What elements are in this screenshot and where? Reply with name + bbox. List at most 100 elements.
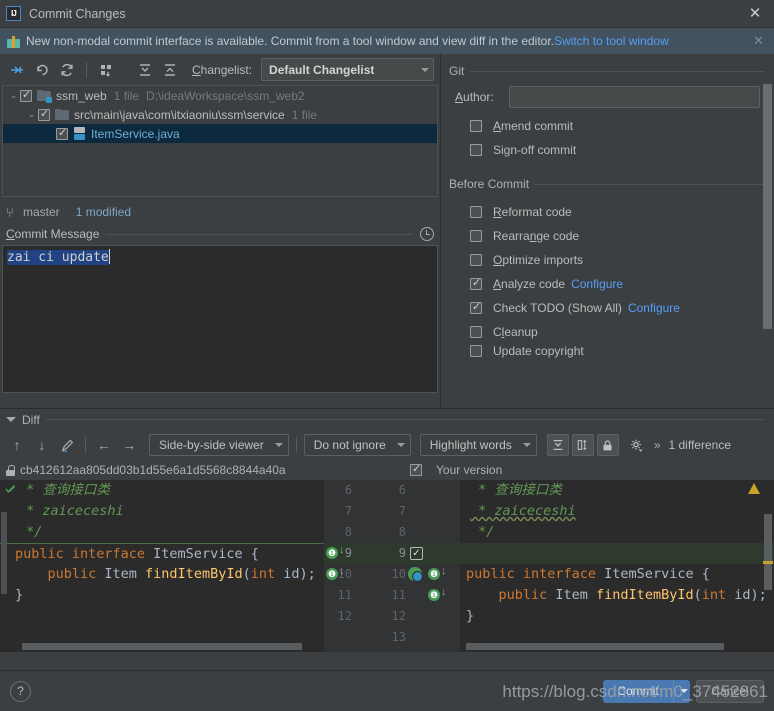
right-line-number: 9 [398,546,406,560]
accept-change-icon[interactable]: ❶ [326,547,338,559]
rearrange-code-checkbox[interactable] [470,230,482,242]
chevron-double-right-icon[interactable]: » [651,438,664,452]
reformat-code-row[interactable]: Reformat code [441,200,774,224]
right-vertical-scrollbar[interactable] [764,514,772,590]
check-todo-checkbox[interactable] [470,300,482,314]
right-horizontal-scrollbar[interactable] [466,643,724,650]
arrow-down-icon[interactable]: ↓ [441,586,447,598]
rollback-icon[interactable] [31,59,53,81]
expand-twisty-icon[interactable]: ⌄ [7,90,20,101]
globe-change-icon[interactable] [408,567,423,582]
amend-commit-row[interactable]: Amend commit [441,114,774,138]
analyze-code-checkbox[interactable] [470,276,482,290]
two-column-icon[interactable] [571,434,594,456]
diff-right-pane[interactable]: * 查询接口类 * zaiceceshi */ public interface… [460,480,774,652]
gear-icon[interactable] [626,434,648,456]
collapse-unchanged-icon[interactable] [546,434,569,456]
table-row[interactable]: ⌄ src\main\java\com\itxiaoniu\ssm\servic… [3,105,437,124]
cleanup-row[interactable]: Cleanup [441,320,774,344]
code-line: * 查询接口类 [18,482,110,498]
accept-change-icon[interactable]: ❶ [326,568,338,580]
divider [106,233,413,235]
file-checkbox[interactable] [56,126,68,140]
java-file-icon [73,127,86,140]
code-line: * 查询接口类 [470,482,562,498]
amend-commit-label: Amend commit [493,119,574,133]
arrow-left-icon[interactable]: ← [93,434,115,456]
show-diff-icon[interactable] [6,59,28,81]
arrow-down-icon[interactable]: ↓ [339,565,345,577]
update-copyright-checkbox[interactable] [470,345,482,357]
arrow-up-icon[interactable]: ↑ [6,434,28,456]
options-scrollbar[interactable] [763,84,772,366]
file-checkbox[interactable] [38,107,50,121]
analyze-code-row[interactable]: Analyze code Configure [441,272,774,296]
signoff-commit-checkbox[interactable] [470,144,482,156]
switch-to-tool-window-link[interactable]: Switch to tool window [554,34,669,48]
optimize-imports-row[interactable]: Optimize imports [441,248,774,272]
pencil-icon[interactable] [56,434,78,456]
left-horizontal-scrollbar[interactable] [22,643,302,650]
optimize-imports-checkbox[interactable] [470,254,482,266]
arrow-down-icon[interactable]: ↓ [31,434,53,456]
warning-triangle-icon[interactable] [748,483,760,494]
help-button[interactable]: ? [10,680,31,702]
collapse-all-icon[interactable] [159,59,181,81]
left-line-number: 11 [337,588,352,602]
check-todo-row[interactable]: Check TODO (Show All) Configure [441,296,774,320]
author-field[interactable] [509,86,760,108]
amend-commit-checkbox[interactable] [470,120,482,132]
commit-message-input[interactable]: zai ci update [2,245,438,393]
scrollbar-thumb[interactable] [763,84,772,329]
left-revision-header: cb412612aa805dd03b1d55e6a1d5568c8844a40a [0,463,410,477]
viewer-mode-combo[interactable]: Side-by-side viewer [149,434,289,456]
arrow-right-icon[interactable]: → [118,434,140,456]
reformat-code-checkbox[interactable] [470,206,482,218]
your-version-checkbox[interactable] [410,462,422,476]
optimize-imports-label: Optimize imports [493,253,584,267]
analyze-code-configure-link[interactable]: Configure [571,277,623,291]
ignore-mode-combo[interactable]: Do not ignore [303,434,411,456]
expand-all-icon[interactable] [134,59,156,81]
accept-change-icon[interactable]: ❶ [428,568,440,580]
chevron-down-icon [522,443,531,447]
expand-twisty-icon[interactable]: ⌄ [25,109,38,120]
group-by-icon[interactable] [95,59,117,81]
modified-count: 1 modified [75,205,132,219]
signoff-commit-row[interactable]: Sign-off commit [441,138,774,162]
apply-change-checkbox[interactable]: ✓ [410,547,423,560]
update-copyright-row[interactable]: Update copyright [441,344,774,358]
notification-close-button[interactable]: ✕ [749,33,768,49]
changelist-combo[interactable]: Default Changelist [261,58,434,81]
table-row[interactable]: ⌄ ssm_web 1 file D:\ideaWorkspace\ssm_we… [3,86,437,105]
commit-button[interactable]: Commit [603,679,673,703]
module-folder-icon [37,89,52,103]
lock-icon[interactable] [596,434,619,456]
accepted-check-icon [4,482,18,496]
right-line-number: 13 [391,630,406,644]
diff-left-pane[interactable]: * 查询接口类 * zaiceceshi */ public interface… [0,480,324,652]
arrow-down-icon[interactable]: ↓ [441,565,447,577]
file-checkbox[interactable] [20,88,32,102]
right-line-number: 10 [391,567,406,581]
arrow-down-icon[interactable]: ↓ [339,544,345,556]
cancel-button[interactable]: Cancel [696,679,764,703]
code-line: public Item findItemById(int id); [15,566,316,582]
window-close-button[interactable]: ✕ [744,3,766,25]
cleanup-checkbox[interactable] [470,326,482,338]
code-line: */ [470,524,495,540]
table-row[interactable]: ItemService.java [3,124,437,143]
check-todo-configure-link[interactable]: Configure [628,301,680,315]
highlight-mode-combo[interactable]: Highlight words [419,434,537,456]
changed-files-tree[interactable]: ⌄ ssm_web 1 file D:\ideaWorkspace\ssm_we… [2,85,438,197]
clock-icon[interactable] [420,227,434,241]
commit-dropdown-button[interactable] [673,679,690,703]
divider [535,183,764,185]
accept-change-icon[interactable]: ❶ [428,589,440,601]
tree-item-name: src\main\java\com\itxiaoniu\ssm\service [74,107,285,122]
author-row: Author: [441,80,774,108]
collapse-diff-icon[interactable] [6,417,16,422]
tree-item-name: ssm_web [56,88,107,103]
rearrange-code-row[interactable]: Rearrange code [441,224,774,248]
refresh-icon[interactable] [56,59,78,81]
